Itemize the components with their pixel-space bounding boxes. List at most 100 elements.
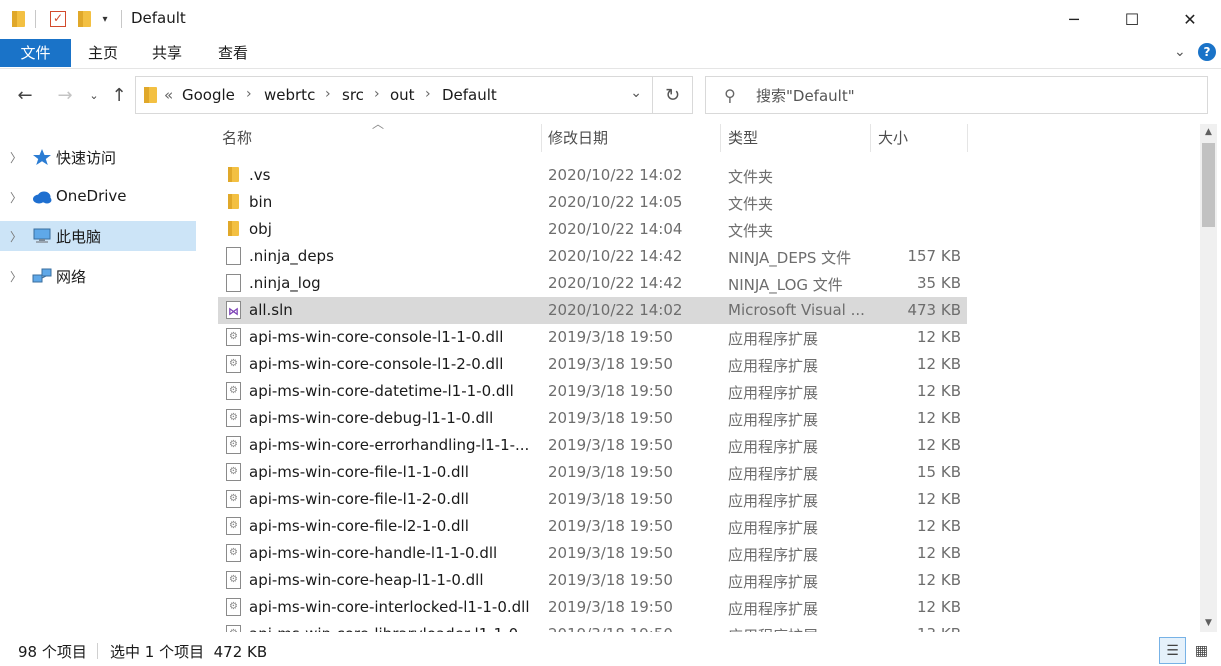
table-row[interactable]: obj 2020/10/22 14:04 文件夹	[218, 216, 967, 243]
tab-file[interactable]: 文件	[0, 39, 71, 67]
file-type: 文件夹	[728, 195, 774, 213]
customize-quick-access-icon[interactable]: ▾	[98, 9, 112, 29]
table-row[interactable]: bin 2020/10/22 14:05 文件夹	[218, 189, 967, 216]
breadcrumb-chevron-icon[interactable]: ›	[325, 86, 331, 102]
breadcrumb-out[interactable]: out	[390, 86, 415, 104]
help-icon[interactable]: ?	[1198, 43, 1216, 61]
file-name: obj	[249, 220, 272, 238]
back-arrow-icon[interactable]: ←	[12, 82, 38, 108]
breadcrumb-default[interactable]: Default	[442, 86, 497, 104]
table-row[interactable]: all.sln 2020/10/22 14:02 Microsoft Visual …	[218, 297, 967, 324]
file-type: NINJA_LOG 文件	[728, 276, 843, 294]
column-header-date[interactable]: 修改日期	[548, 124, 608, 152]
new-folder-icon[interactable]	[76, 9, 92, 29]
close-icon[interactable]: ✕	[1161, 0, 1219, 38]
file-size: 12 KB	[917, 517, 961, 535]
address-bar[interactable]: « Google › webrtc › src › out › Default …	[135, 76, 653, 114]
file-name: api-ms-win-core-console-l1-2-0.dll	[249, 355, 504, 373]
nav-item-quick-access[interactable]: 〉 快速访问	[0, 142, 196, 172]
file-size: 12 KB	[917, 598, 961, 616]
nav-item-onedrive[interactable]: 〉 OneDrive	[0, 182, 196, 212]
file-date: 2019/3/18 19:50	[548, 463, 673, 481]
large-icons-view-icon[interactable]: ▦	[1188, 637, 1215, 664]
table-row[interactable]: api-ms-win-core-datetime-l1-1-0.dll 2019/…	[218, 378, 967, 405]
vertical-scrollbar[interactable]: ▲ ▼	[1200, 124, 1217, 632]
table-row[interactable]: api-ms-win-core-libraryloader-l1-1-0... 2…	[218, 621, 967, 632]
address-history-chevron-icon[interactable]: ⌄	[630, 85, 642, 101]
recent-locations-chevron-icon[interactable]: ⌄	[86, 82, 102, 108]
table-row[interactable]: api-ms-win-core-file-l1-1-0.dll 2019/3/18…	[218, 459, 967, 486]
search-box[interactable]: ⚲	[705, 76, 1208, 114]
up-arrow-icon[interactable]: ↑	[108, 82, 130, 108]
properties-icon[interactable]: ✓	[49, 9, 67, 29]
minimize-icon[interactable]: ─	[1045, 0, 1103, 38]
breadcrumb-src[interactable]: src	[342, 86, 364, 104]
table-row[interactable]: api-ms-win-core-file-l2-1-0.dll 2019/3/18…	[218, 513, 967, 540]
table-row[interactable]: .ninja_deps 2020/10/22 14:42 NINJA_DEPS 文件…	[218, 243, 967, 270]
maximize-icon[interactable]: ☐	[1103, 0, 1161, 38]
file-name: api-ms-win-core-handle-l1-1-0.dll	[249, 544, 498, 562]
table-row[interactable]: api-ms-win-core-interlocked-l1-1-0.dll 20…	[218, 594, 967, 621]
table-row[interactable]: api-ms-win-core-file-l1-2-0.dll 2019/3/18…	[218, 486, 967, 513]
network-icon	[32, 268, 52, 283]
scroll-down-arrow-icon[interactable]: ▼	[1200, 615, 1217, 632]
nav-item-network[interactable]: 〉 网络	[0, 261, 196, 291]
breadcrumb-webrtc[interactable]: webrtc	[264, 86, 315, 104]
breadcrumb-chevron-icon[interactable]: ›	[246, 86, 252, 102]
column-header-name[interactable]: 名称	[222, 124, 252, 152]
file-icon	[226, 274, 241, 292]
dll-file-icon	[226, 436, 241, 454]
column-divider[interactable]	[720, 124, 721, 152]
scrollbar-thumb[interactable]	[1202, 143, 1215, 227]
breadcrumb-chevron-icon[interactable]: ›	[425, 86, 431, 102]
file-date: 2019/3/18 19:50	[548, 625, 673, 632]
column-divider[interactable]	[967, 124, 968, 152]
table-row[interactable]: api-ms-win-core-heap-l1-1-0.dll 2019/3/18…	[218, 567, 967, 594]
table-row[interactable]: api-ms-win-core-debug-l1-1-0.dll 2019/3/1…	[218, 405, 967, 432]
file-name: api-ms-win-core-datetime-l1-1-0.dll	[249, 382, 514, 400]
expand-chevron-icon[interactable]: 〉	[10, 228, 22, 245]
expand-chevron-icon[interactable]: 〉	[10, 149, 22, 166]
folder-icon	[144, 87, 157, 103]
file-name: .ninja_log	[249, 274, 321, 292]
breadcrumb-google[interactable]: Google	[182, 86, 235, 104]
column-divider[interactable]	[870, 124, 871, 152]
table-row[interactable]: api-ms-win-core-console-l1-2-0.dll 2019/3…	[218, 351, 967, 378]
nav-item-this-pc[interactable]: 〉 此电脑	[0, 221, 196, 251]
table-row[interactable]: .vs 2020/10/22 14:02 文件夹	[218, 162, 967, 189]
file-type: Microsoft Visual ...	[728, 301, 865, 319]
tab-share[interactable]: 共享	[142, 39, 192, 67]
expand-ribbon-chevron-icon[interactable]: ⌄	[1174, 44, 1186, 60]
table-row[interactable]: api-ms-win-core-console-l1-1-0.dll 2019/3…	[218, 324, 967, 351]
column-header-size[interactable]: 大小	[878, 124, 908, 152]
table-row[interactable]: api-ms-win-core-handle-l1-1-0.dll 2019/3/…	[218, 540, 967, 567]
details-view-icon[interactable]: ☰	[1159, 637, 1186, 664]
file-name: api-ms-win-core-console-l1-1-0.dll	[249, 328, 504, 346]
file-date: 2019/3/18 19:50	[548, 382, 673, 400]
file-date: 2020/10/22 14:02	[548, 166, 683, 184]
column-divider[interactable]	[541, 124, 542, 152]
table-row[interactable]: .ninja_log 2020/10/22 14:42 NINJA_LOG 文件 35…	[218, 270, 967, 297]
column-header-type[interactable]: 类型	[728, 124, 758, 152]
tab-view[interactable]: 查看	[208, 39, 258, 67]
file-type: 应用程序扩展	[728, 546, 819, 564]
expand-chevron-icon[interactable]: 〉	[10, 189, 22, 206]
table-row[interactable]: api-ms-win-core-errorhandling-l1-1-... 20…	[218, 432, 967, 459]
navigation-pane: 〉 快速访问 〉 OneDrive 〉 此电脑 〉 网络	[0, 124, 200, 632]
file-type: 应用程序扩展	[728, 438, 819, 456]
file-type: 应用程序扩展	[728, 600, 819, 618]
tab-home[interactable]: 主页	[78, 39, 128, 67]
forward-arrow-icon[interactable]: →	[52, 82, 78, 108]
breadcrumb-overflow[interactable]: «	[164, 86, 173, 104]
file-date: 2019/3/18 19:50	[548, 544, 673, 562]
breadcrumb-chevron-icon[interactable]: ›	[374, 86, 380, 102]
file-type: 文件夹	[728, 222, 774, 240]
expand-chevron-icon[interactable]: 〉	[10, 268, 22, 285]
visual-studio-solution-icon	[226, 301, 241, 319]
refresh-icon[interactable]: ↻	[653, 76, 693, 114]
nav-item-label: 网络	[56, 268, 87, 286]
search-input[interactable]	[756, 85, 1186, 107]
scroll-up-arrow-icon[interactable]: ▲	[1200, 124, 1217, 141]
nav-item-label: 此电脑	[56, 228, 102, 246]
toolbar-divider	[35, 10, 36, 28]
